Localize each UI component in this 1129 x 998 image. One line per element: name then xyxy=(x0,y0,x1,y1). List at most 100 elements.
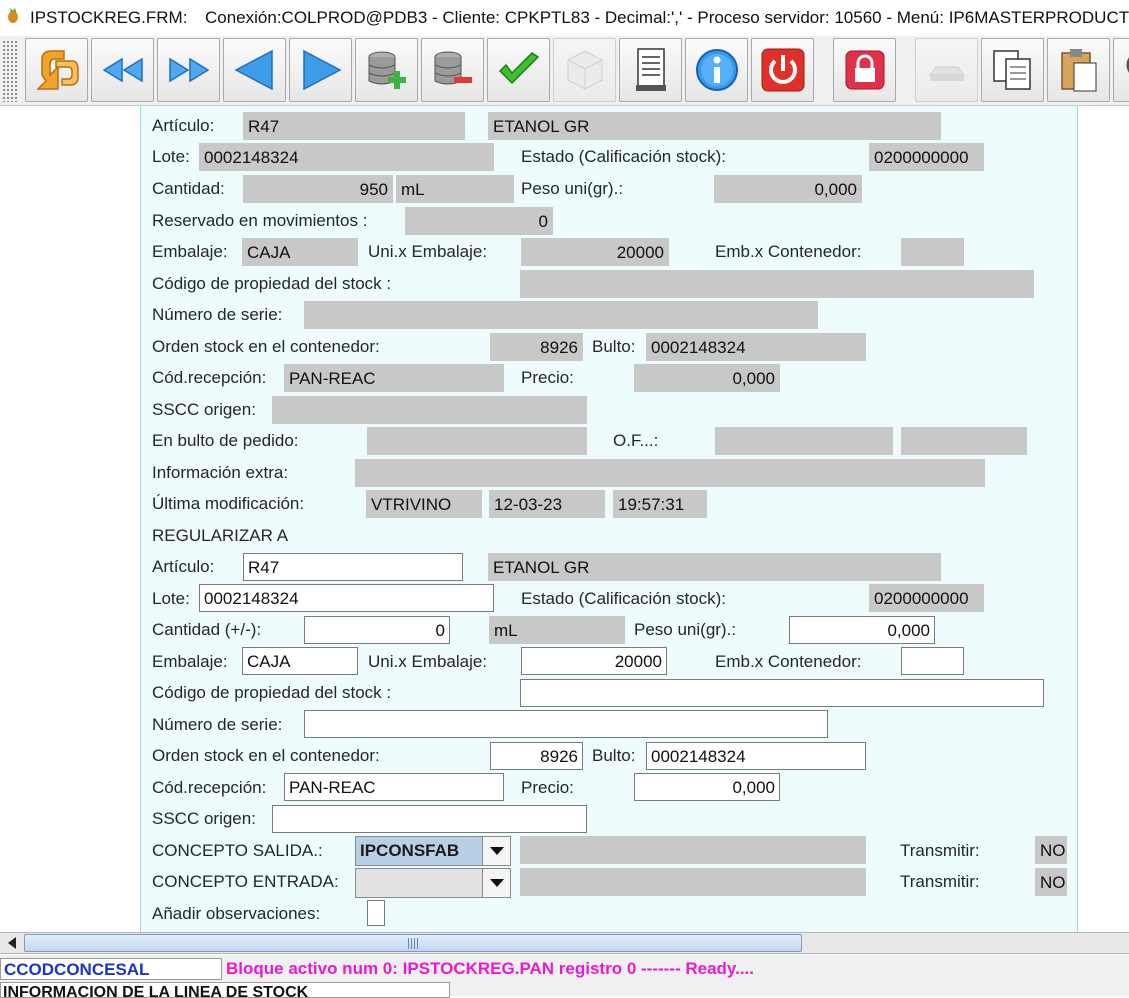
observaciones-checkbox[interactable] xyxy=(367,900,385,926)
toolbar-grip[interactable] xyxy=(2,40,18,102)
reg-emb-cont-label: Emb.x Contenedor: xyxy=(715,649,861,675)
of-field-1 xyxy=(715,427,893,455)
bulto-pedido-label: En bulto de pedido: xyxy=(152,428,299,454)
app-icon xyxy=(6,8,20,24)
cube-button[interactable] xyxy=(553,38,616,102)
sscc-label: SSCC origen: xyxy=(152,397,256,423)
articulo-label: Artículo: xyxy=(152,113,214,139)
scrollbar-thumb[interactable] xyxy=(24,934,802,952)
delete-record-button[interactable] xyxy=(421,38,484,102)
scroll-left-button[interactable] xyxy=(0,933,24,953)
lote-field: 0002148324 xyxy=(199,143,494,171)
concepto-salida-label: CONCEPTO SALIDA.: xyxy=(152,838,323,864)
reg-codrec-label: Cód.recepción: xyxy=(152,775,266,801)
uni-emb-label: Uni.x Embalaje: xyxy=(368,239,487,265)
reg-precio-input[interactable]: 0,000 xyxy=(634,773,780,801)
precio-field: 0,000 xyxy=(634,364,780,392)
form-name: IPSTOCKREG.FRM: xyxy=(30,8,187,28)
peso-field: 0,000 xyxy=(714,175,862,203)
paste-button[interactable] xyxy=(1047,38,1110,102)
emb-cont-field xyxy=(901,238,964,266)
power-button[interactable] xyxy=(751,38,814,102)
ultima-label: Última modificación: xyxy=(152,491,304,517)
reg-cantidad-input[interactable]: 0 xyxy=(304,616,450,644)
paste-icon xyxy=(1054,45,1104,95)
info-icon xyxy=(692,45,742,95)
status-field-name: CCODCONCESAL xyxy=(0,958,222,980)
concepto-salida-dropdown-button[interactable] xyxy=(482,837,510,865)
concepto-entrada-desc xyxy=(520,868,866,896)
power-icon xyxy=(758,45,808,95)
reg-codrec-input[interactable]: PAN-REAC xyxy=(284,773,504,801)
precio-label: Precio: xyxy=(521,365,574,391)
of-field-2 xyxy=(901,427,1027,455)
estado-field: 0200000000 xyxy=(869,143,984,171)
reg-lote-label: Lote: xyxy=(152,586,190,612)
reg-unidad-field: mL xyxy=(489,616,625,644)
reg-articulo-label: Artículo: xyxy=(152,554,214,580)
first-record-button[interactable] xyxy=(91,38,154,102)
concepto-salida-desc xyxy=(520,836,866,864)
lock-button[interactable] xyxy=(833,38,896,102)
serie-field xyxy=(304,301,818,329)
report-button[interactable] xyxy=(619,38,682,102)
transmitir-salida-label: Transmitir: xyxy=(900,838,980,864)
reg-bulto-input[interactable]: 0002148324 xyxy=(646,742,866,770)
reg-codprop-input[interactable] xyxy=(520,679,1044,707)
copy-icon xyxy=(988,45,1038,95)
unidad-field: mL xyxy=(396,175,514,203)
codrec-label: Cód.recepción: xyxy=(152,365,266,391)
horizontal-scrollbar[interactable] xyxy=(0,932,1129,954)
connection-info: Conexión:COLPROD@PDB3 - Cliente: CPKPTL8… xyxy=(205,8,1129,28)
reg-peso-label: Peso uni(gr).: xyxy=(634,617,736,643)
concepto-entrada-dropdown-button[interactable] xyxy=(482,869,510,897)
orden-label: Orden stock en el contenedor: xyxy=(152,334,380,360)
stamp-icon xyxy=(922,45,972,95)
transmitir-entrada-field: NO xyxy=(1035,868,1067,896)
previous-record-button[interactable] xyxy=(223,38,286,102)
reg-peso-input[interactable]: 0,000 xyxy=(789,616,935,644)
reg-uni-emb-input[interactable]: 20000 xyxy=(521,647,667,675)
regularizar-title: REGULARIZAR A xyxy=(152,523,288,549)
reg-embalaje-input[interactable]: CAJA xyxy=(242,647,358,675)
concepto-entrada-label: CONCEPTO ENTRADA: xyxy=(152,869,339,895)
reg-serie-input[interactable] xyxy=(304,710,828,738)
reg-emb-cont-input[interactable] xyxy=(901,647,964,675)
reg-orden-input[interactable]: 8926 xyxy=(490,742,583,770)
status-bar: CCODCONCESAL Bloque activo num 0: IPSTOC… xyxy=(0,955,1129,996)
concepto-salida-select[interactable]: IPCONSFAB xyxy=(355,836,511,866)
stamp-button[interactable] xyxy=(915,38,978,102)
last-record-button[interactable] xyxy=(157,38,220,102)
bulto-pedido-field xyxy=(367,427,587,455)
stock-form-panel: Artículo: R47 ETANOL GR Lote: 0002148324… xyxy=(140,106,1078,932)
reg-lote-input[interactable]: 0002148324 xyxy=(199,584,494,612)
of-label: O.F...: xyxy=(613,428,658,454)
reg-articulo-input[interactable]: R47 xyxy=(243,553,463,581)
reg-codprop-label: Código de propiedad del stock : xyxy=(152,680,391,706)
reg-precio-label: Precio: xyxy=(521,775,574,801)
previous-record-icon xyxy=(230,45,280,95)
info-button[interactable] xyxy=(685,38,748,102)
uni-emb-field: 20000 xyxy=(521,238,669,266)
insert-record-button[interactable] xyxy=(355,38,418,102)
exit-button[interactable] xyxy=(25,38,88,102)
reservado-label: Reservado en movimientos : xyxy=(152,208,367,234)
embalaje-label: Embalaje: xyxy=(152,239,228,265)
cantidad-field: 950 xyxy=(243,175,393,203)
sscc-field xyxy=(272,396,587,424)
info-extra-label: Información extra: xyxy=(152,460,288,486)
next-record-button[interactable] xyxy=(289,38,352,102)
accept-button[interactable] xyxy=(487,38,550,102)
ultima-user-field: VTRIVINO xyxy=(366,490,482,518)
chevron-down-icon xyxy=(490,847,504,855)
search-button[interactable] xyxy=(1113,38,1129,102)
reservado-field: 0 xyxy=(405,207,553,235)
bulto-label: Bulto: xyxy=(592,334,635,360)
reg-sscc-input[interactable] xyxy=(272,805,587,833)
codprop-label: Código de propiedad del stock : xyxy=(152,271,391,297)
orden-field: 8926 xyxy=(490,333,583,361)
concepto-entrada-select[interactable] xyxy=(355,868,511,898)
search-icon xyxy=(1120,45,1129,95)
copy-button[interactable] xyxy=(981,38,1044,102)
emb-cont-label: Emb.x Contenedor: xyxy=(715,239,861,265)
